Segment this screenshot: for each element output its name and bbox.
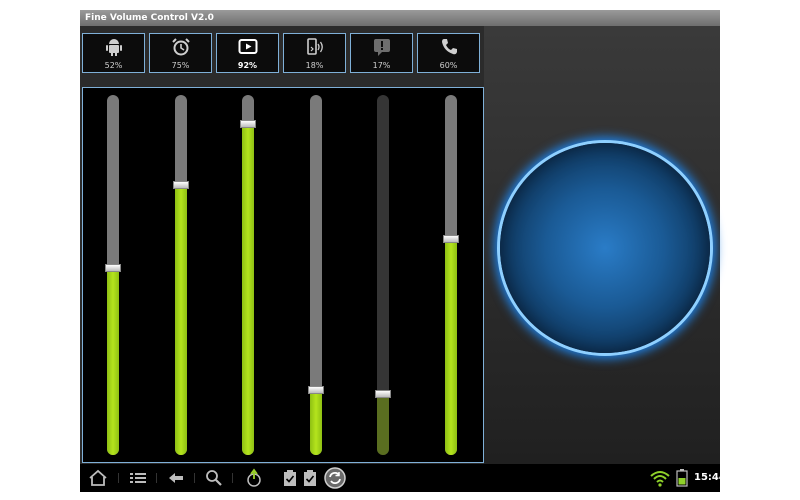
battery-icon [676,469,688,487]
slider-fill [377,394,389,455]
tab-percentage: 75% [171,61,190,70]
clipboard-check-icon-2[interactable] [302,468,318,488]
play-icon [238,39,258,54]
app-title: Fine Volume Control V2.0 [85,13,214,23]
slider-thumb-ringer[interactable] [308,386,324,394]
app-title-bar: Fine Volume Control V2.0 [80,10,720,26]
volume-slider-ringer[interactable] [310,95,322,455]
tab-alarm[interactable]: 75% [149,33,212,73]
android-icon [106,39,122,56]
back-icon[interactable] [166,468,186,488]
volume-sliders-panel [82,87,484,463]
alert-icon [374,39,390,56]
tab-percentage: 18% [305,61,324,70]
slider-thumb-alarm[interactable] [173,181,189,189]
clipboard-check-icon[interactable] [282,468,298,488]
slider-fill [175,185,187,455]
nav-divider [232,473,233,483]
system-navigation-bar: 15:44 [80,464,726,492]
slider-thumb-notification[interactable] [375,390,391,398]
tab-notification[interactable]: 17% [350,33,413,73]
nav-divider [118,473,119,483]
tab-percentage: 52% [104,61,123,70]
volume-slider-call[interactable] [445,95,457,455]
search-icon[interactable] [204,468,224,488]
tab-percentage: 92% [237,61,258,70]
slider-fill [310,390,322,455]
volume-slider-system[interactable] [107,95,119,455]
slider-thumb-media[interactable] [240,120,256,128]
phone-ring-icon [307,38,323,55]
tab-media[interactable]: 92% [216,33,279,73]
menu-icon[interactable] [128,468,148,488]
tab-ringer[interactable]: 18% [283,33,346,73]
slider-fill [445,239,457,455]
slider-thumb-system[interactable] [105,264,121,272]
volume-slider-notification[interactable] [377,95,389,455]
home-icon[interactable] [88,468,108,488]
device-screen: Fine Volume Control V2.0 52% 75% 92% 18%… [80,10,726,492]
tab-system[interactable]: 52% [82,33,145,73]
tab-percentage: 60% [439,61,458,70]
tab-call[interactable]: 60% [417,33,480,73]
slider-thumb-call[interactable] [443,235,459,243]
sync-icon[interactable] [324,467,346,489]
wifi-icon [650,471,670,487]
volume-knob[interactable] [500,143,710,353]
download-icon[interactable] [244,468,264,488]
clock: 15:44 [694,472,726,483]
tab-percentage: 17% [372,61,391,70]
phone-handset-icon [442,39,457,55]
volume-slider-alarm[interactable] [175,95,187,455]
nav-divider [156,473,157,483]
slider-fill [107,268,119,455]
alarm-clock-icon [172,38,190,56]
slider-fill [242,124,254,455]
nav-divider [194,473,195,483]
volume-slider-media[interactable] [242,95,254,455]
